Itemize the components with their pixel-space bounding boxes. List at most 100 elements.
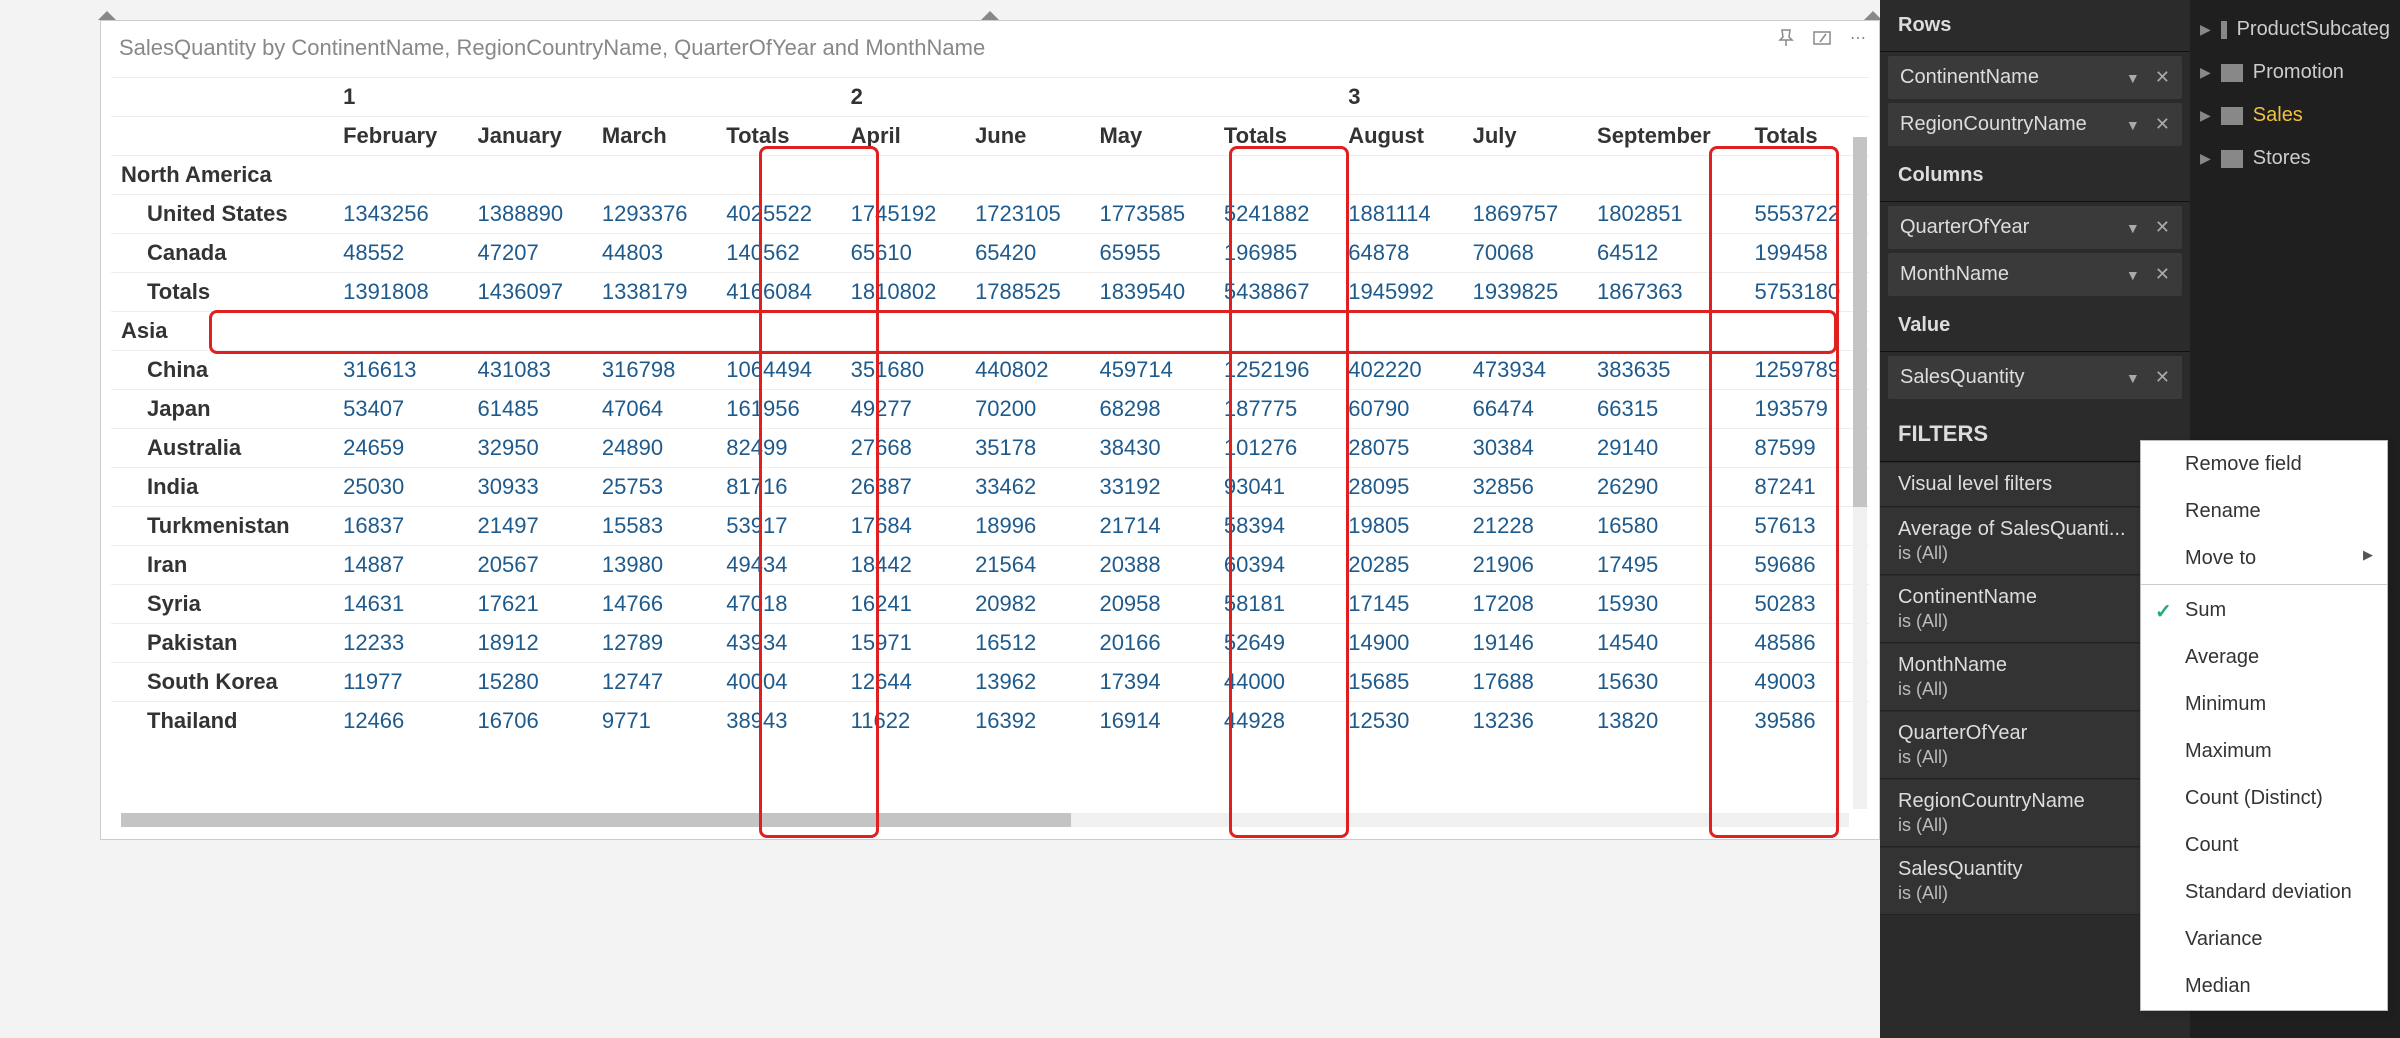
- cell-value[interactable]: 25753: [592, 468, 716, 507]
- cell-value[interactable]: 68298: [1089, 390, 1213, 429]
- cell-value[interactable]: 82499: [716, 429, 840, 468]
- horizontal-scrollbar[interactable]: [121, 813, 1849, 827]
- cell-value[interactable]: 49003: [1744, 663, 1869, 702]
- cell-value[interactable]: 81716: [716, 468, 840, 507]
- resize-handle[interactable]: [98, 11, 116, 20]
- column-header[interactable]: January: [468, 117, 592, 156]
- row-header[interactable]: Pakistan: [111, 624, 333, 663]
- expand-icon[interactable]: ▶: [2200, 64, 2211, 81]
- cell-value[interactable]: 58394: [1214, 507, 1338, 546]
- column-header[interactable]: June: [965, 117, 1089, 156]
- cell-value[interactable]: 20285: [1338, 546, 1462, 585]
- cell-value[interactable]: 1343256: [333, 195, 467, 234]
- cell-value[interactable]: 351680: [841, 351, 965, 390]
- column-header[interactable]: Totals: [1214, 117, 1338, 156]
- ctx-variance[interactable]: Variance: [2141, 916, 2387, 963]
- cell-value[interactable]: 24890: [592, 429, 716, 468]
- cell-value[interactable]: 193579: [1744, 390, 1869, 429]
- cell-value[interactable]: 16914: [1089, 702, 1213, 741]
- remove-field-icon[interactable]: ✕: [2155, 367, 2170, 387]
- cell-value[interactable]: 47018: [716, 585, 840, 624]
- cell-value[interactable]: 1869757: [1463, 195, 1587, 234]
- cell-value[interactable]: 1391808: [333, 273, 467, 312]
- cell-value[interactable]: 13962: [965, 663, 1089, 702]
- fields-table-item[interactable]: ▶ ProductSubcateg: [2190, 8, 2400, 51]
- cell-value[interactable]: 19805: [1338, 507, 1462, 546]
- cell-value[interactable]: 44803: [592, 234, 716, 273]
- cell-value[interactable]: 431083: [468, 351, 592, 390]
- cell-value[interactable]: 60394: [1214, 546, 1338, 585]
- quarter-header[interactable]: 1: [333, 78, 841, 117]
- cell-value[interactable]: 21714: [1089, 507, 1213, 546]
- fields-table-item[interactable]: ▶ Promotion: [2190, 51, 2400, 94]
- cell-value[interactable]: 39586: [1744, 702, 1869, 741]
- cell-value[interactable]: 27668: [841, 429, 965, 468]
- cell-value[interactable]: 1436097: [468, 273, 592, 312]
- pin-icon[interactable]: [1775, 27, 1797, 49]
- cell-value[interactable]: 65420: [965, 234, 1089, 273]
- cell-value[interactable]: 17621: [468, 585, 592, 624]
- cell-value[interactable]: 5438867: [1214, 273, 1338, 312]
- cell-value[interactable]: 12466: [333, 702, 467, 741]
- ctx-average[interactable]: Average: [2141, 634, 2387, 681]
- cell-value[interactable]: 49277: [841, 390, 965, 429]
- cell-value[interactable]: 11622: [841, 702, 965, 741]
- cell-value[interactable]: 12530: [1338, 702, 1462, 741]
- ctx-rename[interactable]: Rename: [2141, 488, 2387, 535]
- cell-value[interactable]: 18912: [468, 624, 592, 663]
- cell-value[interactable]: 17208: [1463, 585, 1587, 624]
- cell-value[interactable]: 64878: [1338, 234, 1462, 273]
- cell-value[interactable]: 19146: [1463, 624, 1587, 663]
- ctx-count-distinct[interactable]: Count (Distinct): [2141, 775, 2387, 822]
- cell-value[interactable]: 87599: [1744, 429, 1869, 468]
- cell-value[interactable]: 1839540: [1089, 273, 1213, 312]
- cell-value[interactable]: 14900: [1338, 624, 1462, 663]
- cell-value[interactable]: 21906: [1463, 546, 1587, 585]
- cell-value[interactable]: 15971: [841, 624, 965, 663]
- row-field-well[interactable]: RegionCountryName▼ ✕: [1888, 103, 2182, 146]
- cell-value[interactable]: 13980: [592, 546, 716, 585]
- cell-value[interactable]: 16241: [841, 585, 965, 624]
- cell-value[interactable]: 20388: [1089, 546, 1213, 585]
- cell-value[interactable]: 440802: [965, 351, 1089, 390]
- cell-value[interactable]: 17145: [1338, 585, 1462, 624]
- cell-value[interactable]: 473934: [1463, 351, 1587, 390]
- cell-value[interactable]: 65610: [841, 234, 965, 273]
- cell-value[interactable]: 53407: [333, 390, 467, 429]
- remove-field-icon[interactable]: ✕: [2155, 264, 2170, 284]
- vertical-scrollbar[interactable]: [1853, 137, 1867, 809]
- cell-value[interactable]: 33192: [1089, 468, 1213, 507]
- cell-value[interactable]: 17688: [1463, 663, 1587, 702]
- resize-handle[interactable]: [981, 11, 999, 20]
- cell-value[interactable]: 49434: [716, 546, 840, 585]
- cell-value[interactable]: 58181: [1214, 585, 1338, 624]
- focus-mode-icon[interactable]: [1811, 27, 1833, 49]
- cell-value[interactable]: 61485: [468, 390, 592, 429]
- cell-value[interactable]: 4166084: [716, 273, 840, 312]
- cell-value[interactable]: 38943: [716, 702, 840, 741]
- row-header[interactable]: China: [111, 351, 333, 390]
- cell-value[interactable]: 161956: [716, 390, 840, 429]
- cell-value[interactable]: 52649: [1214, 624, 1338, 663]
- ctx-stdev[interactable]: Standard deviation: [2141, 869, 2387, 916]
- cell-value[interactable]: 70200: [965, 390, 1089, 429]
- cell-value[interactable]: 1945992: [1338, 273, 1462, 312]
- quarter-header[interactable]: 3: [1338, 78, 1869, 117]
- row-field-well[interactable]: ContinentName▼ ✕: [1888, 56, 2182, 99]
- row-header[interactable]: Turkmenistan: [111, 507, 333, 546]
- cell-value[interactable]: 24659: [333, 429, 467, 468]
- cell-value[interactable]: 1881114: [1338, 195, 1462, 234]
- cell-value[interactable]: 1064494: [716, 351, 840, 390]
- column-header[interactable]: August: [1338, 117, 1462, 156]
- row-header[interactable]: Thailand: [111, 702, 333, 741]
- cell-value[interactable]: 17495: [1587, 546, 1744, 585]
- fields-table-item[interactable]: ▶ Sales: [2190, 94, 2400, 137]
- cell-value[interactable]: 1388890: [468, 195, 592, 234]
- row-header[interactable]: Canada: [111, 234, 333, 273]
- cell-value[interactable]: 17684: [841, 507, 965, 546]
- cell-value[interactable]: 21497: [468, 507, 592, 546]
- cell-value[interactable]: 16580: [1587, 507, 1744, 546]
- cell-value[interactable]: 13820: [1587, 702, 1744, 741]
- cell-value[interactable]: 4025522: [716, 195, 840, 234]
- expand-icon[interactable]: ▶: [2200, 21, 2211, 38]
